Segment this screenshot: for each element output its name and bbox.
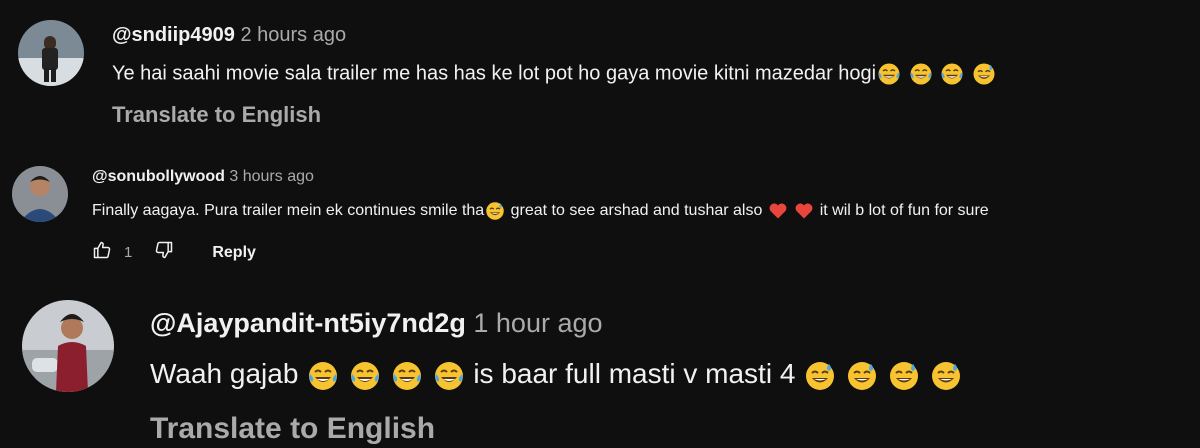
laughing-tears-emoji-icon (391, 360, 423, 392)
comment-timestamp[interactable]: 2 hours ago (240, 24, 346, 46)
translate-button[interactable]: Translate to English (150, 412, 435, 446)
thumbs-up-icon[interactable] (92, 240, 112, 265)
comment-timestamp[interactable]: 1 hour ago (473, 308, 602, 338)
comment-author[interactable]: @Ajaypandit-nt5iy7nd2g (150, 308, 466, 338)
comment-actions: 1 Reply (92, 240, 256, 265)
comment-header: @sndiip4909 2 hours ago (112, 24, 346, 47)
translate-button[interactable]: Translate to English (112, 102, 321, 128)
thumbs-down-icon[interactable] (154, 240, 174, 265)
comment-text-part: is baar full masti v masti 4 (473, 358, 796, 389)
comment-text-part: it wil b lot of fun for sure (819, 202, 989, 220)
grin-sweat-emoji-icon (972, 62, 996, 86)
comment-author[interactable]: @sonubollywood (92, 168, 225, 185)
comment-text: Waah gajab is baar full masti v masti 4 (150, 358, 963, 392)
laughing-tears-emoji-icon (349, 360, 381, 392)
laughing-tears-emoji-icon (433, 360, 465, 392)
grin-sweat-emoji-icon (888, 360, 920, 392)
comment-header: @sonubollywood 3 hours ago (92, 168, 314, 186)
comment-text-part: Ye hai saahi movie sala trailer me has h… (112, 62, 877, 85)
heart-emoji-icon (768, 201, 788, 221)
avatar[interactable] (22, 300, 114, 392)
comment-text: Finally aagaya. Pura trailer mein ek con… (92, 201, 989, 221)
laughing-tears-emoji-icon (877, 62, 901, 86)
avatar[interactable] (18, 20, 84, 86)
grin-sweat-emoji-icon (485, 201, 505, 221)
like-count: 1 (124, 244, 133, 261)
comment-timestamp[interactable]: 3 hours ago (229, 168, 314, 185)
avatar[interactable] (12, 166, 68, 222)
grin-sweat-emoji-icon (930, 360, 962, 392)
grin-sweat-emoji-icon (846, 360, 878, 392)
laughing-tears-emoji-icon (909, 62, 933, 86)
comment-header: @Ajaypandit-nt5iy7nd2g 1 hour ago (150, 308, 603, 339)
comment-author[interactable]: @sndiip4909 (112, 24, 235, 46)
reply-button[interactable]: Reply (212, 244, 256, 262)
comment-text: Ye hai saahi movie sala trailer me has h… (112, 62, 997, 86)
grin-sweat-emoji-icon (804, 360, 836, 392)
laughing-tears-emoji-icon (940, 62, 964, 86)
comment-text-part: Waah gajab (150, 358, 299, 389)
laughing-tears-emoji-icon (307, 360, 339, 392)
comment-text-part: Finally aagaya. Pura trailer mein ek con… (92, 202, 485, 220)
heart-emoji-icon (794, 201, 814, 221)
comment-text-part: great to see arshad and tushar also (510, 202, 763, 220)
